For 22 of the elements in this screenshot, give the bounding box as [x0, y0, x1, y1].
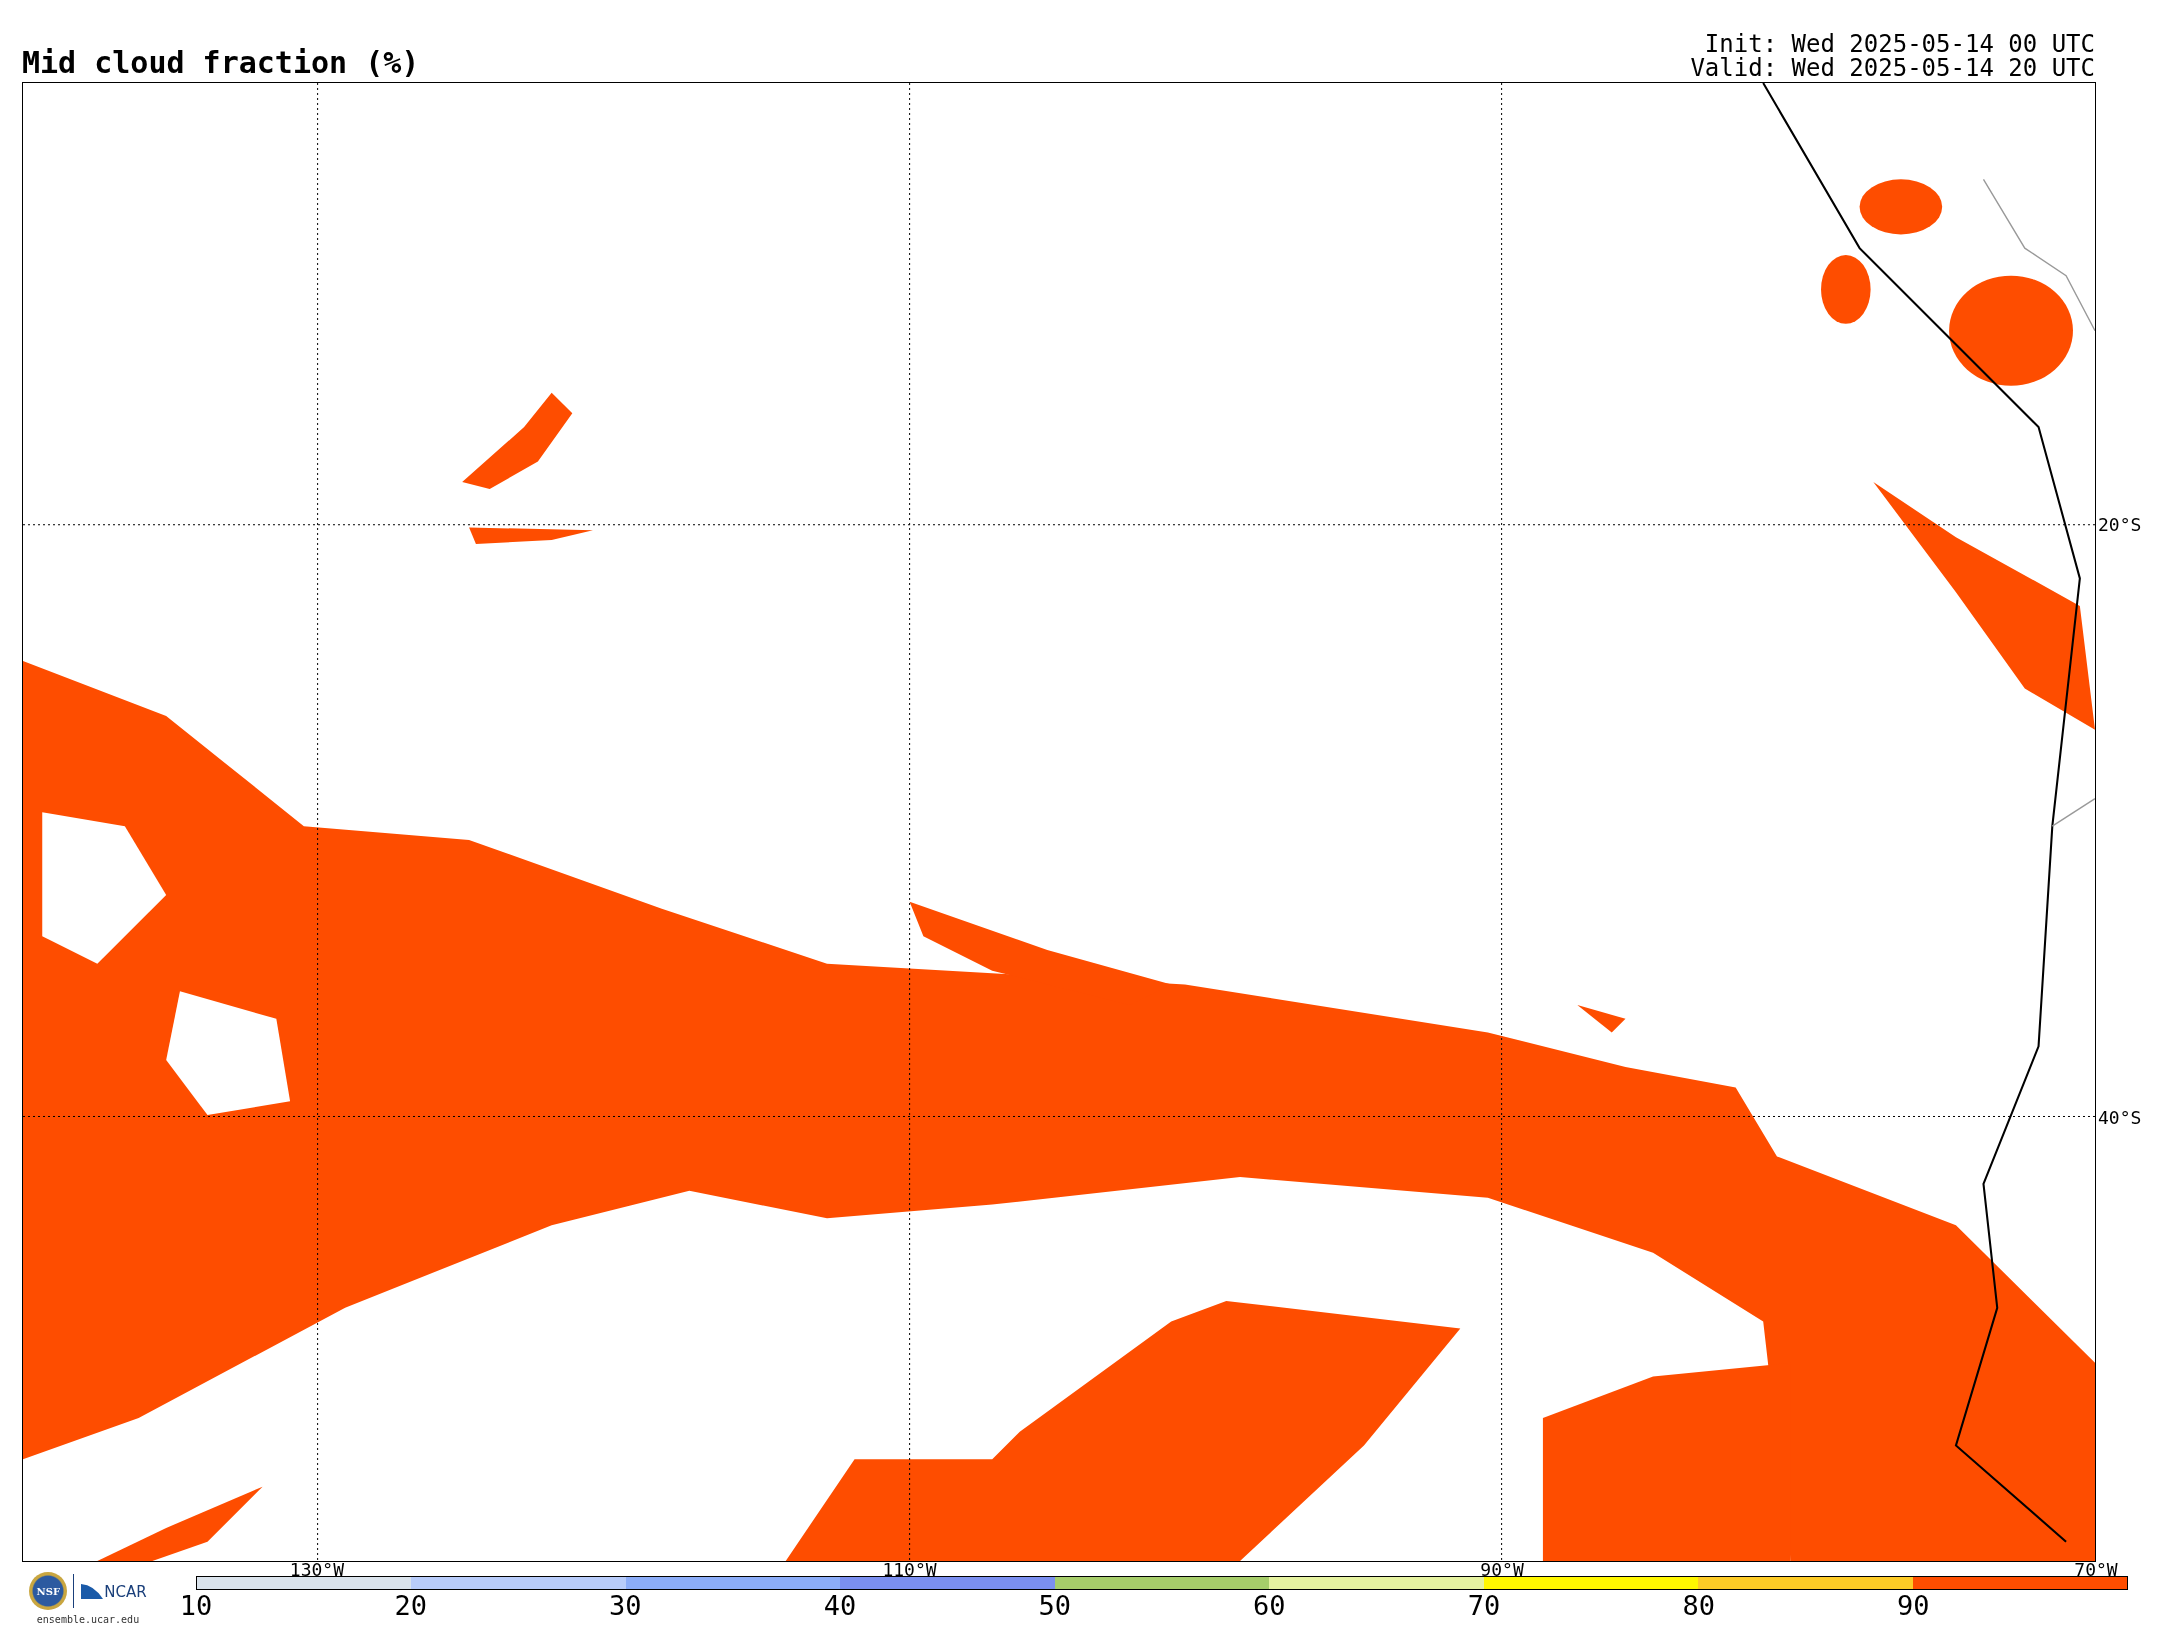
colorbar-tick-label: 40: [823, 1590, 857, 1623]
valid-time: Valid: Wed 2025-05-14 20 UTC: [1690, 56, 2095, 80]
site-url: ensemble.ucar.edu: [36, 1614, 140, 1625]
seal-logo: NSF: [29, 1572, 68, 1610]
colorbar-tick-label: 90: [1897, 1590, 1930, 1623]
colorbar-tick-label: 50: [1038, 1590, 1071, 1623]
colorbar-tick-label: 60: [1253, 1590, 1286, 1623]
longitude-label: 130°W: [289, 1561, 344, 1579]
longitude-label: 70°W: [2074, 1561, 2118, 1579]
colorbar-tick-label: 30: [609, 1590, 642, 1623]
swoosh-icon: [80, 1582, 105, 1600]
latitude-label: 40°S: [2098, 1106, 2142, 1128]
init-time: Init: Wed 2025-05-14 00 UTC: [1704, 32, 2095, 56]
colorbar-tick-label: 10: [179, 1590, 213, 1623]
colorbar-tick-label: 70: [1467, 1590, 1501, 1623]
colorbar-tick-label: 80: [1682, 1590, 1715, 1623]
ncar-logo: NCAR: [104, 1585, 147, 1600]
colorbar-tick-label: 20: [394, 1590, 427, 1623]
latitude-label: 20°S: [2098, 513, 2142, 535]
map-title: Mid cloud fraction (%): [22, 48, 420, 78]
longitude-label: 110°W: [882, 1561, 937, 1579]
longitude-label: 90°W: [1480, 1561, 1524, 1579]
